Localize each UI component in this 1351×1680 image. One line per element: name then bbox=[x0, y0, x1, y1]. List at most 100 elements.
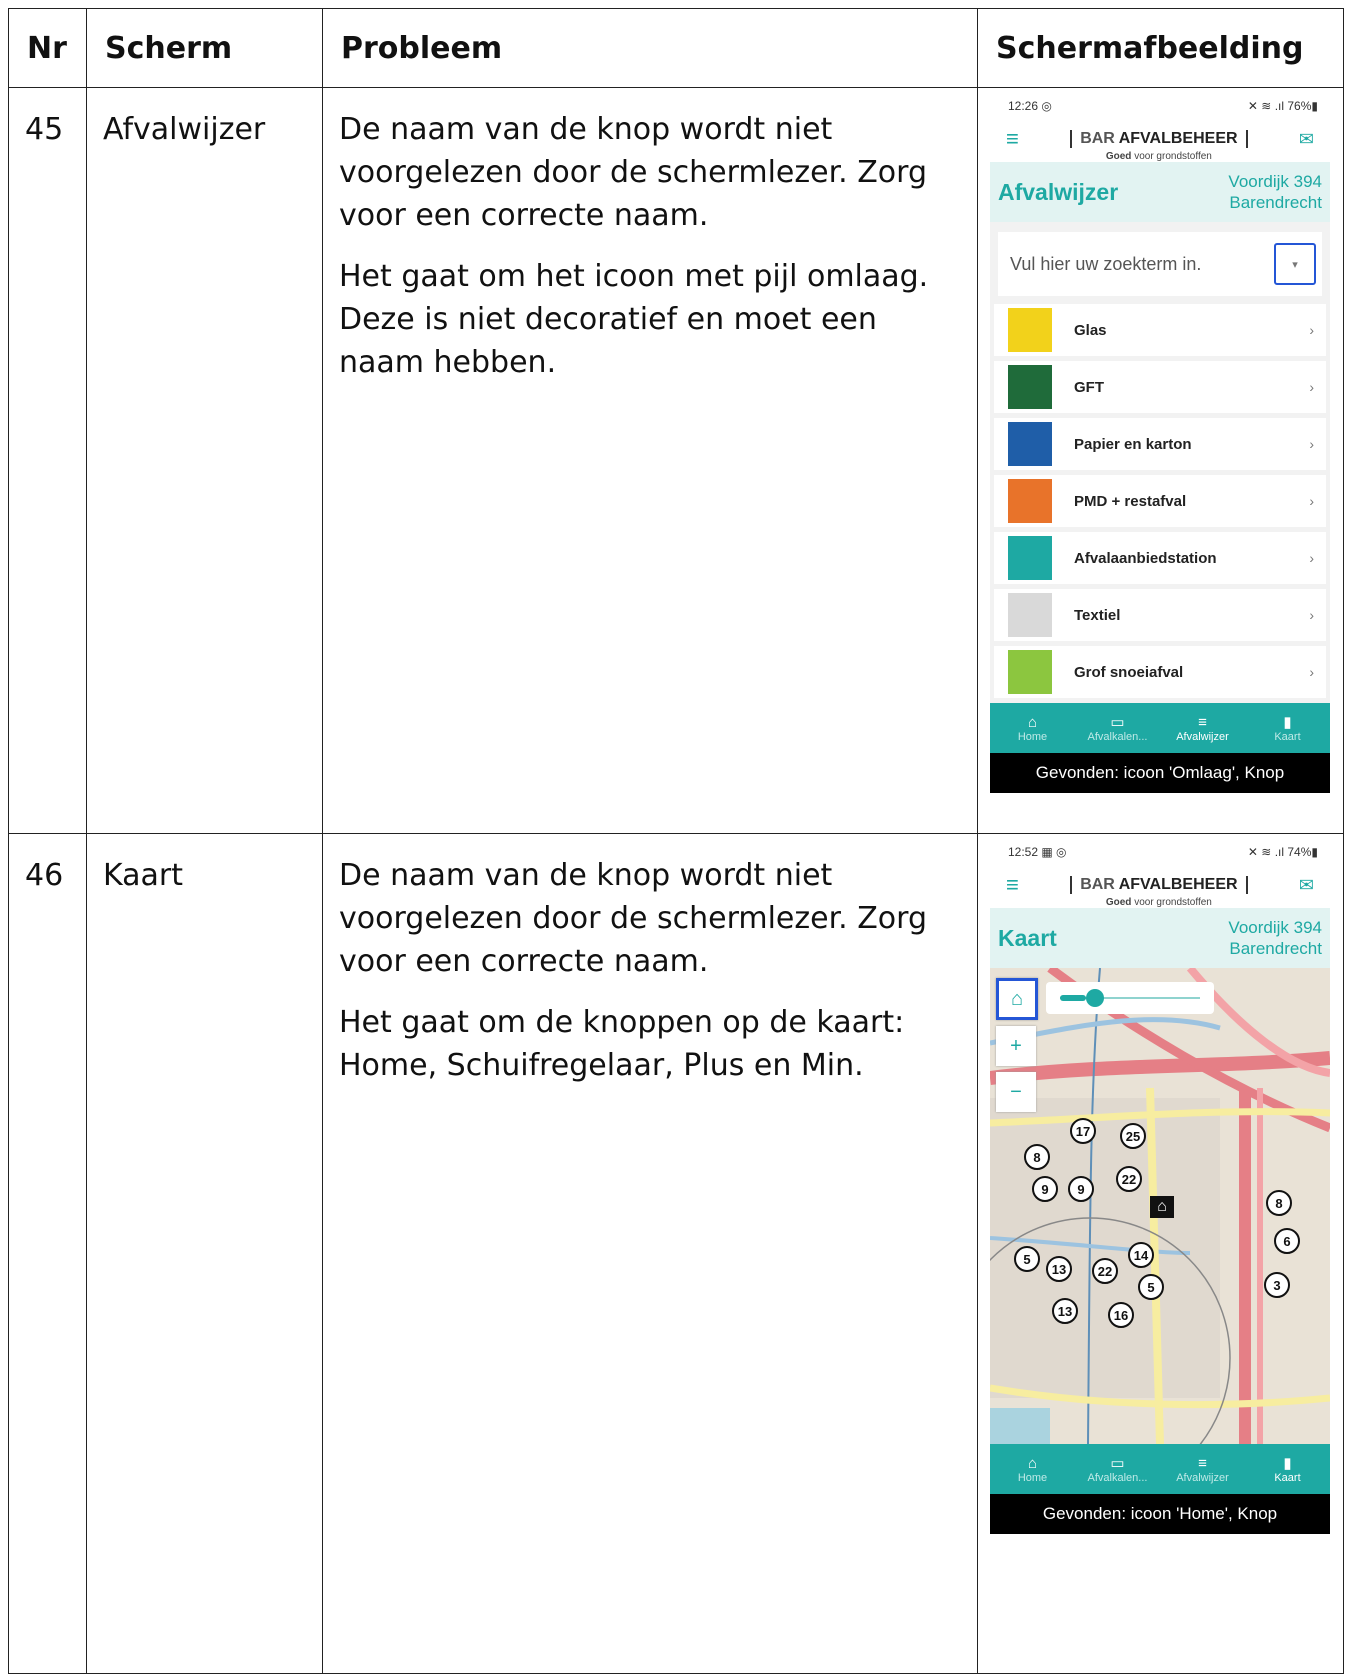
logo: BAR AFVALBEHEER Goed voor grondstoffen bbox=[1070, 863, 1248, 908]
chevron-down-icon: ▾ bbox=[1292, 258, 1298, 271]
logo-sub-bold: Goed bbox=[1105, 150, 1132, 162]
map-marker[interactable]: 16 bbox=[1108, 1302, 1134, 1328]
map-zoom-out-button[interactable]: − bbox=[996, 1072, 1036, 1112]
address[interactable]: Voordijk 394 Barendrecht bbox=[1228, 917, 1322, 959]
status-icons: ✕ ≋ .ıl 76%▮ bbox=[1247, 99, 1318, 113]
category-label: Papier en karton bbox=[1074, 435, 1192, 453]
category-item[interactable]: Papier en karton › bbox=[994, 418, 1326, 470]
logo: BAR AFVALBEHEER Goed voor grondstoffen bbox=[1070, 117, 1248, 162]
tab-label: Kaart bbox=[1274, 1472, 1301, 1484]
map-marker[interactable]: 8 bbox=[1024, 1144, 1050, 1170]
logo-main: AFVALBEHEER bbox=[1118, 875, 1238, 893]
audit-table: Nr Scherm Probleem Schermafbeelding 45 A… bbox=[8, 8, 1344, 1674]
address-city: Barendrecht bbox=[1229, 193, 1322, 212]
tab-home[interactable]: ⌂ Home bbox=[998, 714, 1068, 743]
recycle-icon bbox=[1008, 536, 1052, 580]
tab-label: Afvalwijzer bbox=[1176, 730, 1229, 743]
map-marker[interactable]: 9 bbox=[1032, 1176, 1058, 1202]
category-label: PMD + restafval bbox=[1074, 492, 1187, 510]
mail-icon[interactable]: ✉ bbox=[1299, 129, 1314, 150]
chevron-right-icon: › bbox=[1309, 493, 1314, 509]
address-city: Barendrecht bbox=[1229, 939, 1322, 958]
tab-kaart[interactable]: ▮ Kaart bbox=[1253, 713, 1323, 743]
map-marker[interactable]: 6 bbox=[1274, 1228, 1300, 1254]
search-placeholder: Vul hier uw zoekterm in. bbox=[1010, 253, 1202, 274]
tab-afvalkalender[interactable]: ▭ Afvalkalen... bbox=[1083, 1454, 1153, 1484]
map-marker[interactable]: 5 bbox=[1014, 1246, 1040, 1272]
category-item[interactable]: Grof snoeiafval › bbox=[994, 646, 1326, 698]
tab-afvalkalender[interactable]: ▭ Afvalkalen... bbox=[1083, 713, 1153, 743]
chevron-right-icon: › bbox=[1309, 550, 1314, 566]
category-item[interactable]: Glas › bbox=[994, 304, 1326, 356]
screen-title: Afvalwijzer bbox=[998, 178, 1119, 205]
search-input[interactable]: Vul hier uw zoekterm in. ▾ bbox=[998, 232, 1322, 296]
tab-home[interactable]: ⌂ Home bbox=[998, 1455, 1068, 1484]
header-probleem: Probleem bbox=[322, 8, 978, 88]
map-icon: ▮ bbox=[1283, 714, 1292, 731]
menu-icon[interactable]: ≡ bbox=[1006, 126, 1019, 152]
map-marker[interactable]: 13 bbox=[1046, 1256, 1072, 1282]
tab-label: Afvalwijzer bbox=[1176, 1471, 1229, 1484]
screen-title: Kaart bbox=[998, 924, 1057, 951]
app-bar: ≡ BAR AFVALBEHEER Goed voor grondstoffen… bbox=[990, 862, 1330, 908]
header-nr: Nr bbox=[8, 8, 87, 88]
map-marker[interactable]: 9 bbox=[1068, 1176, 1094, 1202]
address[interactable]: Voordijk 394 Barendrecht bbox=[1228, 171, 1322, 213]
map[interactable]: ⌂ + − 17 25 8 9 9 22 8 6 5 13 22 14 5 3 13 16 ⌂ bbox=[990, 968, 1330, 1444]
logo-bar: BAR bbox=[1080, 875, 1115, 893]
tab-label: Afvalkalen... bbox=[1087, 731, 1148, 743]
category-label: Glas bbox=[1074, 321, 1107, 339]
map-zoom-in-button[interactable]: + bbox=[996, 1026, 1036, 1066]
problem-paragraph: Het gaat om de knoppen op de kaart: Home… bbox=[339, 1005, 905, 1083]
tab-kaart[interactable]: ▮ Kaart bbox=[1253, 1454, 1323, 1484]
home-icon: ⌂ bbox=[1027, 713, 1038, 731]
address-street: Voordijk 394 bbox=[1228, 918, 1322, 937]
paper-icon bbox=[1008, 422, 1052, 466]
leaf-icon bbox=[1008, 365, 1052, 409]
map-marker[interactable]: 17 bbox=[1070, 1118, 1096, 1144]
logo-bar: BAR bbox=[1080, 129, 1115, 147]
tab-bar: ⌂ Home ▭ Afvalkalen... ≡ Afvalwijzer ▮ Kaart bbox=[990, 703, 1330, 753]
home-icon: ⌂ bbox=[1010, 987, 1024, 1010]
map-marker[interactable]: 14 bbox=[1128, 1242, 1154, 1268]
map-marker[interactable]: 22 bbox=[1092, 1258, 1118, 1284]
problem-paragraph: Het gaat om het icoon met pijl omlaag. D… bbox=[339, 259, 929, 380]
row-nr: 45 bbox=[8, 87, 87, 834]
category-item[interactable]: Afvalaanbiedstation › bbox=[994, 532, 1326, 584]
status-bar: 12:26 ◎ ✕ ≋ .ıl 76%▮ bbox=[990, 96, 1330, 116]
bottle-icon bbox=[1008, 308, 1052, 352]
chevron-right-icon: › bbox=[1309, 379, 1314, 395]
map-zoom-slider[interactable] bbox=[1046, 982, 1214, 1014]
map-marker[interactable]: 3 bbox=[1264, 1272, 1290, 1298]
tab-afvalwijzer[interactable]: ≡ Afvalwijzer bbox=[1168, 1455, 1238, 1484]
status-bar: 12:52 ▦ ◎ ✕ ≋ .ıl 74%▮ bbox=[990, 842, 1330, 862]
map-marker[interactable]: 25 bbox=[1120, 1123, 1146, 1149]
category-item[interactable]: GFT › bbox=[994, 361, 1326, 413]
branch-icon bbox=[1008, 650, 1052, 694]
header-scherm: Scherm bbox=[86, 8, 323, 88]
logo-sub: voor grondstoffen bbox=[1134, 150, 1212, 162]
chevron-right-icon: › bbox=[1309, 664, 1314, 680]
dropdown-button[interactable]: ▾ bbox=[1274, 243, 1316, 285]
row-screenshot: 12:26 ◎ ✕ ≋ .ıl 76%▮ ≡ BAR AFVALBEHEER G… bbox=[977, 87, 1344, 834]
category-item[interactable]: Textiel › bbox=[994, 589, 1326, 641]
map-marker[interactable]: 5 bbox=[1138, 1274, 1164, 1300]
menu-icon[interactable]: ≡ bbox=[1006, 872, 1019, 898]
chevron-right-icon: › bbox=[1309, 322, 1314, 338]
home-icon: ⌂ bbox=[1027, 1454, 1038, 1472]
table-header-row: Nr Scherm Probleem Schermafbeelding bbox=[8, 8, 1344, 88]
tab-afvalwijzer[interactable]: ≡ Afvalwijzer bbox=[1168, 714, 1238, 743]
category-item[interactable]: PMD + restafval › bbox=[994, 475, 1326, 527]
screenreader-output: Gevonden: icoon 'Home', Knop bbox=[990, 1494, 1330, 1534]
logo-main: AFVALBEHEER bbox=[1118, 129, 1238, 147]
slider-knob[interactable] bbox=[1086, 989, 1104, 1007]
map-marker[interactable]: 13 bbox=[1052, 1298, 1078, 1324]
bag-icon bbox=[1008, 479, 1052, 523]
map-marker[interactable]: 22 bbox=[1116, 1166, 1142, 1192]
logo-sub-bold: Goed bbox=[1105, 896, 1132, 908]
mail-icon[interactable]: ✉ bbox=[1299, 875, 1314, 896]
map-marker[interactable]: 8 bbox=[1266, 1190, 1292, 1216]
map-home-button[interactable]: ⌂ bbox=[996, 978, 1038, 1020]
problem-paragraph: De naam van de knop wordt niet voorgelez… bbox=[339, 112, 928, 233]
category-label: Textiel bbox=[1074, 606, 1121, 624]
